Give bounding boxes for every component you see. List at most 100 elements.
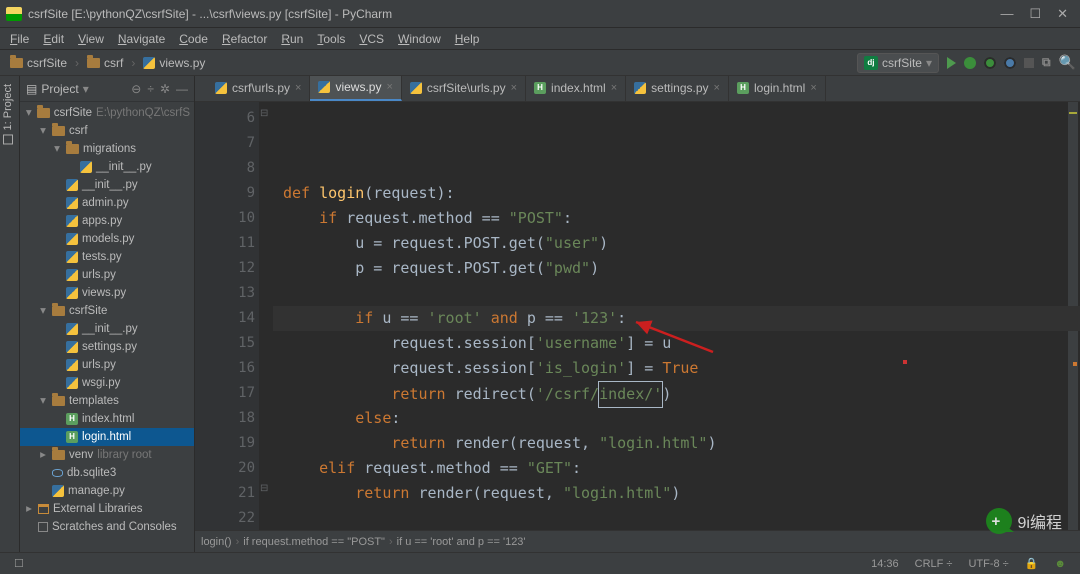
menu-code[interactable]: Code <box>173 30 214 48</box>
breadcrumb-0[interactable]: csrfSite <box>4 54 73 72</box>
status-line-sep[interactable]: CRLF ÷ <box>907 558 961 570</box>
title-bar: csrfSite [E:\pythonQZ\csrfSite] - ...\cs… <box>0 0 1080 28</box>
tab-close-icon[interactable]: × <box>511 82 517 94</box>
tab-close-icon[interactable]: × <box>714 82 720 94</box>
tree-arrow-icon[interactable]: ▾ <box>38 392 48 410</box>
menu-view[interactable]: View <box>72 30 110 48</box>
code-content[interactable]: def login(request): if request.method ==… <box>273 102 1080 530</box>
tree-arrow-icon[interactable]: ▾ <box>24 104 33 122</box>
folder-icon <box>37 108 49 118</box>
status-readonly-lock-icon[interactable]: 🔒 <box>1017 557 1047 570</box>
menu-help[interactable]: Help <box>449 30 486 48</box>
left-tool-strip[interactable]: 1: Project <box>0 76 20 552</box>
run-coverage-button[interactable] <box>984 57 996 69</box>
tree-node-venv[interactable]: ▸venv library root <box>20 446 194 464</box>
tree-node-admin-py[interactable]: admin.py <box>20 194 194 212</box>
editor-crumb-0[interactable]: login() <box>201 536 232 548</box>
run-config-selector[interactable]: dj csrfSite ▾ <box>857 53 939 73</box>
status-encoding[interactable]: UTF-8 ÷ <box>960 558 1016 570</box>
tree-node-urls-py[interactable]: urls.py <box>20 356 194 374</box>
menu-bar[interactable]: FileEditViewNavigateCodeRefactorRunTools… <box>0 28 1080 50</box>
editor-crumb-2[interactable]: if u == 'root' and p == '123' <box>397 536 526 548</box>
nav-bar: csrfSite›csrf›views.py dj csrfSite ▾ ⧉ 🔍 <box>0 50 1080 76</box>
run-button[interactable] <box>947 57 956 69</box>
tree-node-urls-py[interactable]: urls.py <box>20 266 194 284</box>
tree-node-views-py[interactable]: views.py <box>20 284 194 302</box>
tab-close-icon[interactable]: × <box>611 82 617 94</box>
project-tool-label[interactable]: 1: Project <box>2 84 14 130</box>
collapse-all-icon[interactable]: ⊖ <box>131 82 141 96</box>
close-button[interactable]: ✕ <box>1057 6 1068 22</box>
tree-node-csrf[interactable]: ▾csrf <box>20 122 194 140</box>
fold-column[interactable]: ⊟⊟ <box>259 102 273 530</box>
menu-file[interactable]: File <box>4 30 35 48</box>
editor-tab-csrf-urls-py[interactable]: csrf\urls.py× <box>207 76 310 101</box>
gear-icon[interactable]: ✲ <box>160 82 170 96</box>
tab-close-icon[interactable]: × <box>810 82 816 94</box>
tree-node-__init__-py[interactable]: __init__.py <box>20 320 194 338</box>
code-editor[interactable]: 678910111213H1415161718H1920212223 ⊟⊟ de… <box>195 102 1080 530</box>
tree-node-csrfSite[interactable]: ▾csrfSite E:\pythonQZ\csrfS <box>20 104 194 122</box>
tree-node-tests-py[interactable]: tests.py <box>20 248 194 266</box>
maximize-button[interactable]: ☐ <box>1029 6 1041 22</box>
menu-vcs[interactable]: VCS <box>353 30 390 48</box>
tree-node-login-html[interactable]: login.html <box>20 428 194 446</box>
tree-node-apps-py[interactable]: apps.py <box>20 212 194 230</box>
py-icon <box>215 82 227 94</box>
tree-node-__init__-py[interactable]: __init__.py <box>20 176 194 194</box>
menu-navigate[interactable]: Navigate <box>112 30 171 48</box>
tree-arrow-icon[interactable]: ▾ <box>52 140 62 158</box>
py-icon <box>143 57 155 69</box>
menu-run[interactable]: Run <box>275 30 309 48</box>
tree-arrow-icon[interactable]: ▸ <box>24 500 34 518</box>
search-everywhere-icon[interactable]: 🔍 <box>1059 54 1076 71</box>
tree-arrow-icon[interactable]: ▾ <box>38 302 48 320</box>
tree-node-manage-py[interactable]: manage.py <box>20 482 194 500</box>
tree-node-csrfSite[interactable]: ▾csrfSite <box>20 302 194 320</box>
menu-refactor[interactable]: Refactor <box>216 30 273 48</box>
editor-tab-index-html[interactable]: index.html× <box>526 76 626 101</box>
tree-node-Scratches-and-Consoles[interactable]: Scratches and Consoles <box>20 518 194 536</box>
status-inspections-icon[interactable]: ☻ <box>1046 558 1074 570</box>
tab-close-icon[interactable]: × <box>295 82 301 94</box>
debug-button[interactable] <box>964 57 976 69</box>
project-view-title[interactable]: Project <box>41 82 78 96</box>
py-icon <box>80 161 92 173</box>
menu-tools[interactable]: Tools <box>311 30 351 48</box>
project-tree[interactable]: ▾csrfSite E:\pythonQZ\csrfS▾csrf▾migrati… <box>20 102 194 552</box>
menu-edit[interactable]: Edit <box>37 30 70 48</box>
editor-tab-bar[interactable]: csrf\urls.py×views.py×csrfSite\urls.py×i… <box>195 76 1080 102</box>
minimize-button[interactable]: — <box>1000 6 1013 22</box>
tree-node-External-Libraries[interactable]: ▸External Libraries <box>20 500 194 518</box>
breadcrumb-1[interactable]: csrf <box>81 54 129 72</box>
chevron-down-icon[interactable]: ▾ <box>83 82 89 96</box>
editor-tab-csrfSite-urls-py[interactable]: csrfSite\urls.py× <box>402 76 526 101</box>
line-number-gutter[interactable]: 678910111213H1415161718H1920212223 <box>195 102 259 530</box>
breadcrumb-2[interactable]: views.py <box>137 54 211 72</box>
tree-arrow-icon[interactable]: ▾ <box>38 122 48 140</box>
menu-window[interactable]: Window <box>392 30 447 48</box>
editor-crumb-1[interactable]: if request.method == "POST" <box>243 536 385 548</box>
tree-node-db-sqlite3[interactable]: db.sqlite3 <box>20 464 194 482</box>
tree-arrow-icon[interactable]: ▸ <box>38 446 48 464</box>
profile-button[interactable] <box>1004 57 1016 69</box>
hide-panel-icon[interactable]: — <box>176 82 188 96</box>
tree-node-templates[interactable]: ▾templates <box>20 392 194 410</box>
divide-icon[interactable]: ÷ <box>147 82 154 96</box>
tree-node-__init__-py[interactable]: __init__.py <box>20 158 194 176</box>
editor-tab-login-html[interactable]: login.html× <box>729 76 826 101</box>
tree-node-wsgi-py[interactable]: wsgi.py <box>20 374 194 392</box>
py-icon <box>66 377 78 389</box>
stop-button[interactable] <box>1024 58 1034 68</box>
tree-node-migrations[interactable]: ▾migrations <box>20 140 194 158</box>
tree-node-settings-py[interactable]: settings.py <box>20 338 194 356</box>
tree-node-index-html[interactable]: index.html <box>20 410 194 428</box>
status-left-icon[interactable]: ☐ <box>6 557 32 570</box>
editor-tab-settings-py[interactable]: settings.py× <box>626 76 729 101</box>
status-caret-pos[interactable]: 14:36 <box>863 558 907 570</box>
editor-tab-views-py[interactable]: views.py× <box>310 76 401 101</box>
tree-node-models-py[interactable]: models.py <box>20 230 194 248</box>
tab-close-icon[interactable]: × <box>386 81 392 93</box>
editor-breadcrumbs[interactable]: login() › if request.method == "POST" › … <box>195 530 1080 552</box>
structure-icon[interactable]: ⧉ <box>1042 55 1051 70</box>
